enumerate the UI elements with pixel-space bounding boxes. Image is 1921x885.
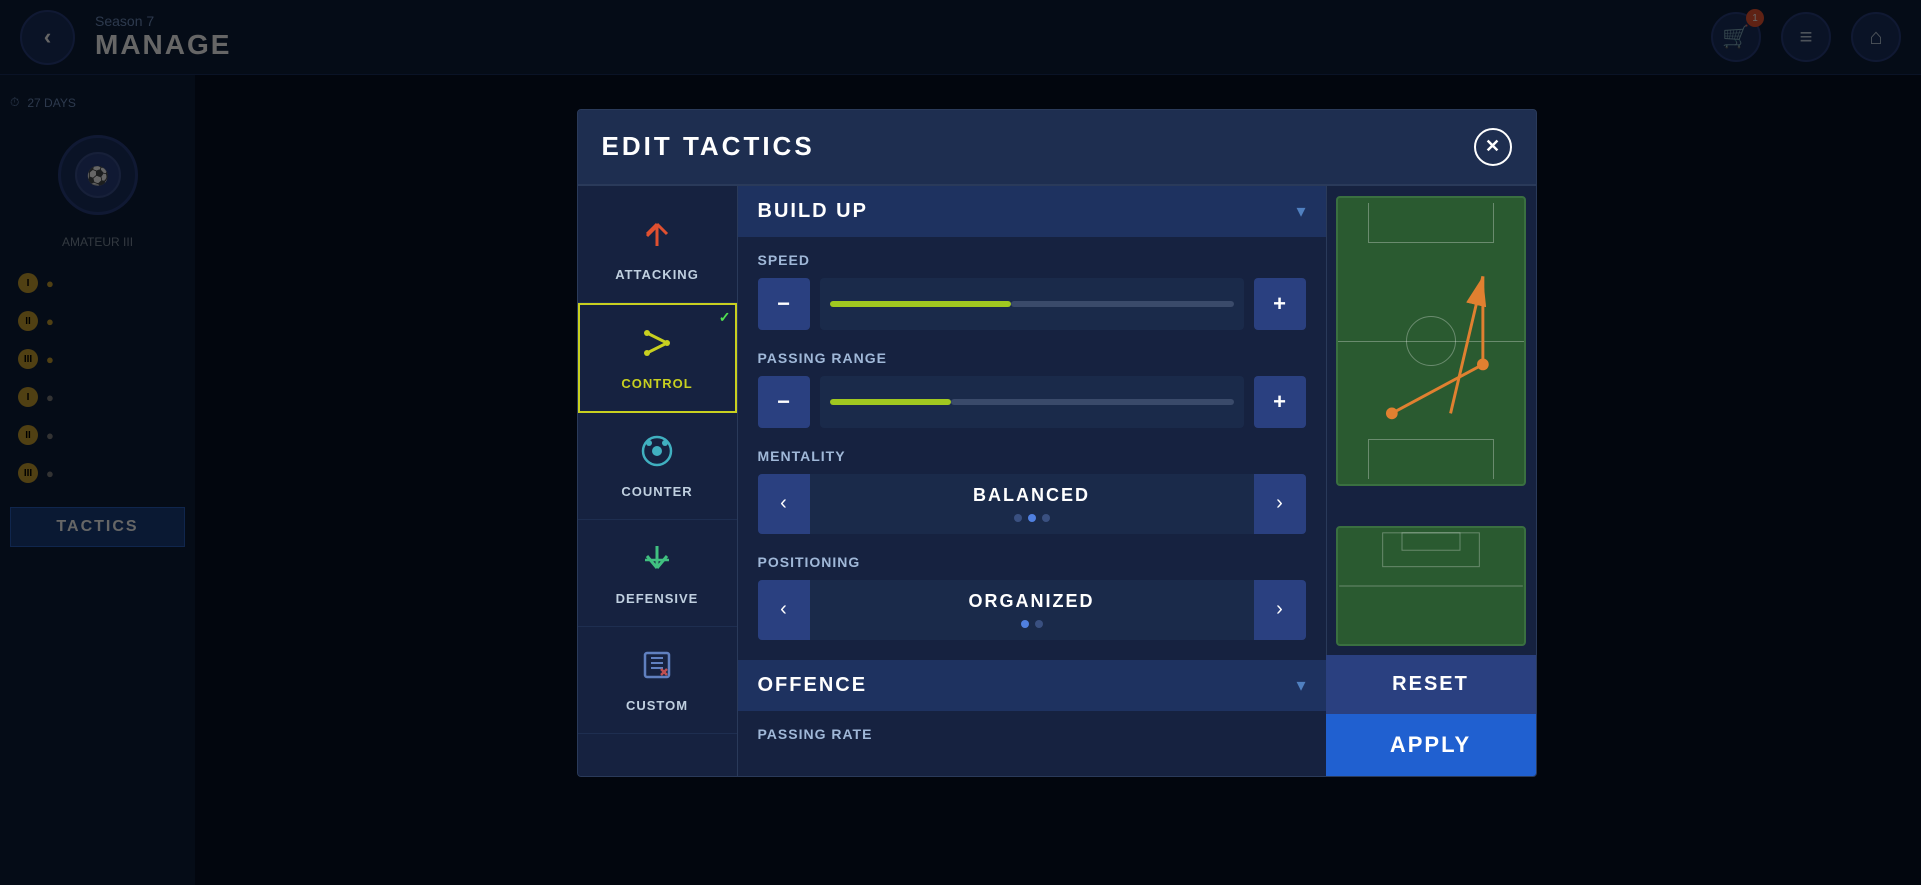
mentality-next-button[interactable]: › (1254, 474, 1306, 534)
positioning-middle: ORGANIZED (810, 580, 1254, 640)
build-up-section: BUILD UP ▾ SPEED − + (738, 186, 1326, 655)
mentality-dot-2 (1028, 514, 1036, 522)
speed-empty (1011, 301, 1233, 307)
build-up-settings: SPEED − + PASSING RANGE (738, 237, 1326, 655)
close-button[interactable]: ✕ (1474, 128, 1512, 166)
tactic-item-attacking[interactable]: ATTACKING (578, 196, 737, 303)
speed-slider-row: − + (758, 278, 1306, 330)
counter-icon (639, 433, 675, 476)
field-top-view (1336, 196, 1526, 486)
offence-arrow: ▾ (1296, 675, 1305, 696)
speed-minus-button[interactable]: − (758, 278, 810, 330)
right-panel: RESET APPLY (1326, 186, 1536, 776)
positioning-setting: POSITIONING ‹ ORGANIZED › (758, 554, 1306, 640)
dialog-body: ATTACKING CONTROL (578, 186, 1536, 776)
action-buttons: RESET APPLY (1326, 655, 1536, 776)
defensive-label: DEFENSIVE (616, 591, 699, 606)
tactic-arrows-svg (1338, 198, 1524, 482)
mentality-dot-1 (1014, 514, 1022, 522)
attacking-label: ATTACKING (615, 267, 699, 282)
build-up-arrow: ▾ (1296, 201, 1305, 222)
mentality-prev-button[interactable]: ‹ (758, 474, 810, 534)
passing-rate-label: PASSING RATE (758, 726, 1306, 742)
mentality-setting: MENTALITY ‹ BALANCED › (758, 448, 1306, 534)
attacking-icon (639, 216, 675, 259)
tactic-item-counter[interactable]: COUNTER (578, 413, 737, 520)
custom-label: CUSTOM (626, 698, 688, 713)
offence-title: OFFENCE (758, 674, 868, 697)
counter-label: COUNTER (621, 484, 692, 499)
custom-icon (639, 647, 675, 690)
positioning-value: ORGANIZED (969, 591, 1095, 612)
control-label: CONTROL (621, 376, 692, 391)
positioning-selector: ‹ ORGANIZED › (758, 580, 1306, 640)
field-bottom-view (1336, 526, 1526, 646)
offence-section: OFFENCE ▾ PASSING RATE (738, 660, 1326, 757)
defensive-icon (639, 540, 675, 583)
mentality-middle: BALANCED (810, 474, 1254, 534)
passing-range-setting: PASSING RANGE − + (758, 350, 1306, 428)
mentality-dot-3 (1042, 514, 1050, 522)
dialog-header: EDIT TACTICS ✕ (578, 110, 1536, 186)
speed-label: SPEED (758, 252, 1306, 268)
control-icon (639, 325, 675, 368)
apply-button[interactable]: APPLY (1326, 714, 1536, 776)
reset-button[interactable]: RESET (1326, 655, 1536, 714)
passing-fill (830, 399, 951, 405)
speed-slider-track[interactable] (820, 278, 1244, 330)
tactic-item-custom[interactable]: CUSTOM (578, 627, 737, 734)
build-up-header[interactable]: BUILD UP ▾ (738, 186, 1326, 237)
edit-tactics-dialog: EDIT TACTICS ✕ ATTACKING (577, 109, 1537, 777)
speed-plus-button[interactable]: + (1254, 278, 1306, 330)
mentality-selector: ‹ BALANCED › (758, 474, 1306, 534)
field-bottom-svg (1338, 528, 1524, 644)
tactics-sidebar: ATTACKING CONTROL (578, 186, 738, 776)
passing-empty (951, 399, 1234, 405)
offence-settings: PASSING RATE (738, 711, 1326, 757)
build-up-title: BUILD UP (758, 200, 868, 223)
passing-range-minus-button[interactable]: − (758, 376, 810, 428)
positioning-dot-1 (1021, 620, 1029, 628)
main-content: BUILD UP ▾ SPEED − + (738, 186, 1326, 776)
positioning-dots (1021, 620, 1043, 628)
passing-range-label: PASSING RANGE (758, 350, 1306, 366)
speed-fill (830, 301, 1012, 307)
positioning-next-button[interactable]: › (1254, 580, 1306, 640)
speed-setting: SPEED − + (758, 252, 1306, 330)
passing-rate-setting: PASSING RATE (758, 726, 1306, 742)
passing-range-slider-track[interactable] (820, 376, 1244, 428)
positioning-prev-button[interactable]: ‹ (758, 580, 810, 640)
positioning-dot-2 (1035, 620, 1043, 628)
positioning-label: POSITIONING (758, 554, 1306, 570)
offence-header[interactable]: OFFENCE ▾ (738, 660, 1326, 711)
tactic-item-defensive[interactable]: DEFENSIVE (578, 520, 737, 627)
mentality-label: MENTALITY (758, 448, 1306, 464)
mentality-value: BALANCED (973, 485, 1090, 506)
passing-range-slider-row: − + (758, 376, 1306, 428)
passing-range-plus-button[interactable]: + (1254, 376, 1306, 428)
tactic-item-control[interactable]: CONTROL (578, 303, 737, 413)
mentality-dots (1014, 514, 1050, 522)
dialog-title: EDIT TACTICS (602, 131, 815, 162)
